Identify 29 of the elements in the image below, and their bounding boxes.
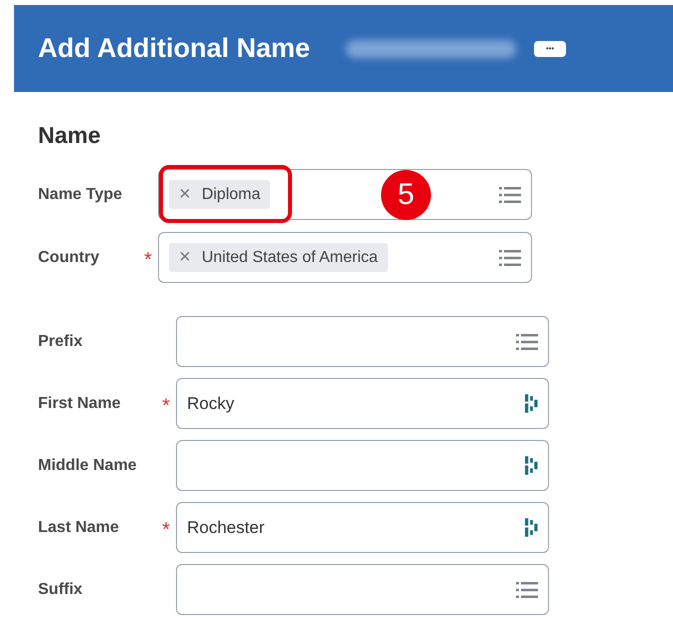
- step-badge: 5: [381, 170, 431, 220]
- prompt-icon[interactable]: [525, 394, 538, 413]
- input-field[interactable]: [176, 440, 549, 491]
- page-title: Add Additional Name: [38, 33, 310, 64]
- required-asterisk: *: [161, 518, 171, 538]
- field-label: Country: [38, 248, 100, 266]
- list-icon[interactable]: [516, 580, 538, 598]
- prompt-icon[interactable]: [525, 518, 538, 537]
- selected-chip[interactable]: × United States of America: [169, 243, 388, 272]
- list-icon[interactable]: [516, 332, 538, 350]
- list-icon[interactable]: [499, 186, 521, 204]
- input-field[interactable]: Rochester: [176, 502, 549, 553]
- required-asterisk: *: [161, 394, 171, 414]
- required-asterisk: *: [143, 248, 153, 268]
- field-label: Middle Name: [38, 456, 138, 474]
- select-field[interactable]: [176, 316, 549, 367]
- selected-chip[interactable]: × Diploma: [169, 180, 270, 209]
- select-field[interactable]: [176, 564, 549, 615]
- select-field[interactable]: × United States of America: [158, 232, 532, 283]
- field-label: Prefix: [38, 332, 84, 350]
- field-label: First Name: [38, 394, 122, 412]
- more-button[interactable]: •••: [534, 40, 566, 56]
- field-label: Last Name: [38, 518, 120, 536]
- section-title: Name: [38, 122, 102, 149]
- field-label: Name Type: [38, 186, 124, 204]
- prompt-icon[interactable]: [525, 456, 538, 475]
- field-label: Suffix: [38, 580, 84, 598]
- input-field[interactable]: Rocky: [176, 378, 549, 429]
- list-icon[interactable]: [499, 248, 521, 266]
